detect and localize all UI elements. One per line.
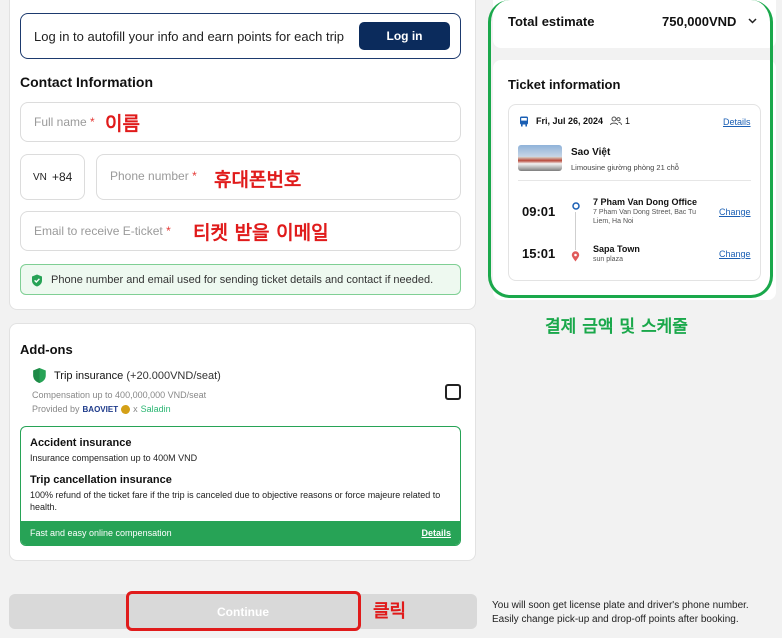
login-banner: Log in to autofill your info and earn po… — [20, 13, 461, 59]
booking-note-line1: You will soon get license plate and driv… — [492, 600, 749, 611]
summary-highlight-outline — [488, 0, 773, 298]
trip-insurance-label: Trip insurance (+20.000VND/seat) — [54, 370, 221, 382]
annotation-click: 클릭 — [373, 601, 407, 622]
insurance-compensation: Compensation up to 400,000,000 VND/seat — [32, 390, 207, 400]
addons-title: Add-ons — [20, 342, 73, 357]
full-name-field[interactable]: Full name * 이름 — [20, 102, 461, 142]
phone-placeholder: Phone number * — [110, 169, 197, 183]
annotation-summary: 결제 금액 및 스케줄 — [545, 317, 688, 337]
insurance-footer-text: Fast and easy online compensation — [30, 528, 172, 538]
insurance-shield-icon — [33, 368, 46, 383]
email-placeholder: Email to receive E-ticket * — [34, 224, 171, 238]
annotation-phone: 휴대폰번호 — [214, 169, 302, 191]
annotation-email: 티켓 받을 이메일 — [193, 222, 329, 244]
insurance-footer: Fast and easy online compensation Detail… — [21, 521, 460, 545]
phone-number-field[interactable]: Phone number * 휴대폰번호 — [96, 154, 461, 200]
annotation-name: 이름 — [105, 113, 140, 135]
dial-code: +84 — [52, 170, 73, 184]
contact-notice: Phone number and email used for sending … — [20, 264, 461, 295]
baoviet-emblem-icon — [121, 404, 131, 414]
accident-title: Accident insurance — [30, 437, 132, 449]
country-code-select[interactable]: VN +84 — [20, 154, 85, 200]
insurance-providers: Provided by BAOVIET x Saladin — [32, 404, 171, 414]
booking-note-line2: Easily change pick-up and drop-off point… — [492, 614, 739, 625]
baoviet-logo: BAOVIET — [82, 404, 119, 414]
booking-note: You will soon get license plate and driv… — [492, 599, 749, 627]
insurance-details-link[interactable]: Details — [421, 528, 451, 538]
saladin-logo: Saladin — [140, 404, 171, 414]
login-banner-text: Log in to autofill your info and earn po… — [34, 29, 345, 44]
email-field[interactable]: Email to receive E-ticket * 티켓 받을 이메일 — [20, 211, 461, 251]
trip-insurance-checkbox[interactable] — [445, 384, 461, 400]
contact-section-title: Contact Information — [20, 74, 153, 90]
full-name-placeholder: Full name * — [34, 115, 95, 129]
shield-check-icon — [32, 274, 42, 287]
insurance-details-box: Accident insurance Insurance compensatio… — [20, 426, 461, 546]
accident-desc: Insurance compensation up to 400M VND — [30, 453, 198, 463]
continue-highlight-outline — [126, 591, 361, 631]
cancel-title: Trip cancellation insurance — [30, 474, 172, 486]
contact-notice-text: Phone number and email used for sending … — [51, 274, 434, 286]
country-code: VN — [33, 172, 47, 183]
cancel-desc: 100% refund of the ticket fare if the tr… — [30, 490, 441, 512]
login-button[interactable]: Log in — [359, 22, 450, 50]
